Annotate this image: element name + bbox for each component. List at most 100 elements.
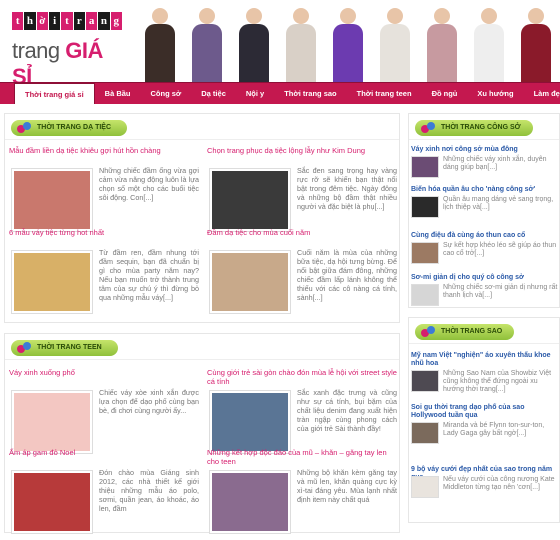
- section-title[interactable]: THỜI TRANG TEEN: [11, 340, 118, 356]
- heart-icon: [421, 122, 435, 134]
- sidebar-post-thumbnail[interactable]: [411, 370, 439, 392]
- sidebar-title[interactable]: THỜI TRANG SAO: [415, 324, 515, 340]
- logo-letter: t: [12, 12, 24, 30]
- post-title-link[interactable]: Ấm áp gam đỏ Noel: [9, 448, 199, 468]
- sidebar-post-thumbnail[interactable]: [411, 242, 439, 264]
- sidebar-post: Sơ-mi giản dị cho quý cô công sở Những ch…: [411, 274, 559, 306]
- sidebar-header: THỜI TRANG CÔNG SỞ: [409, 114, 559, 140]
- post-card: Mẫu đầm liền dạ tiệc khiêu gợi hút hồn c…: [9, 146, 199, 232]
- main-navigation: Thời trang giá sỉ Bà Bầu Công sở Dạ tiệc Nội…: [0, 82, 560, 104]
- sidebar-post: 9 bộ váy cưới đẹp nhất của sao trong năm…: [411, 466, 559, 498]
- heart-icon: [17, 122, 31, 134]
- banner-model-image: [419, 0, 466, 82]
- nav-item[interactable]: Làm đẹp: [524, 83, 560, 104]
- header-banner-image: [136, 0, 560, 82]
- nav-item[interactable]: Thời trang teen: [347, 83, 422, 104]
- post-excerpt: Những bộ khăn kèm găng tay và mũ len, kh…: [297, 468, 397, 504]
- post-thumbnail[interactable]: [11, 250, 93, 314]
- sidebar-post-excerpt: Nếu váy cưới của công nương Kate Middlet…: [443, 476, 555, 491]
- logo-letter: t: [61, 12, 73, 30]
- section-title-text: THỜI TRANG DẠ TIỆC: [37, 124, 112, 131]
- logo-letter: a: [85, 12, 98, 30]
- sidebar-post-excerpt: Những Sao Nam của Showbiz Việt cũng khôn…: [443, 370, 552, 393]
- post-excerpt: Cuối năm là mùa của những bữa tiệc, dạ h…: [297, 248, 397, 302]
- heart-icon: [17, 342, 31, 354]
- sidebar-post: Biến hóa quần âu cho 'nàng công sở' Quần …: [411, 186, 559, 218]
- logo-wordmark: thờitrang: [12, 12, 122, 30]
- post-card: Cùng giới trẻ sài gòn chào đón mùa lễ hộ…: [207, 368, 397, 454]
- banner-model-image: [466, 0, 513, 82]
- post-title-link[interactable]: Váy xinh xuống phố: [9, 368, 199, 388]
- post-thumbnail[interactable]: [209, 168, 291, 232]
- logo-letter: i: [48, 12, 61, 30]
- sidebar-title[interactable]: THỜI TRANG CÔNG SỞ: [415, 120, 533, 136]
- nav-item[interactable]: Nội y: [236, 83, 274, 104]
- sidebar-post-excerpt: Sự kết hợp khéo léo sẽ giúp áo thun cao …: [443, 242, 557, 257]
- sidebar-header: THỜI TRANG SAO: [409, 318, 559, 344]
- post-title-link[interactable]: Chọn trang phục dạ tiệc lộng lẫy như Kim…: [207, 146, 397, 166]
- site-header: thờitrang trang GIÁ SỈ: [0, 0, 560, 89]
- post-thumbnail[interactable]: [11, 470, 93, 534]
- sidebar-title-text: THỜI TRANG CÔNG SỞ: [441, 124, 521, 131]
- nav-item[interactable]: Đồ ngủ: [422, 83, 468, 104]
- section-title-text: THỜI TRANG TEEN: [37, 344, 102, 351]
- post-card: Đầm dạ tiệc cho mùa cuối năm Cuối năm là …: [207, 228, 397, 314]
- logo-letter: n: [98, 12, 110, 30]
- sidebar-post-title-link[interactable]: Biến hóa quần âu cho 'nàng công sở': [411, 186, 559, 194]
- sidebar-post-thumbnail[interactable]: [411, 476, 439, 498]
- post-thumbnail[interactable]: [209, 250, 291, 314]
- sidebar-post-thumbnail[interactable]: [411, 284, 439, 306]
- sidebar-post: Mỹ nam Việt "nghiện" áo xuyên thấu khoe …: [411, 352, 559, 393]
- section-header: THỜI TRANG TEEN: [5, 334, 399, 360]
- sidebar-post-thumbnail[interactable]: [411, 156, 439, 178]
- post-excerpt: Đón chào mùa Giáng sinh 2012, các nhà th…: [99, 468, 199, 513]
- sidebar-post-title-link[interactable]: Mỹ nam Việt "nghiện" áo xuyên thấu khoe …: [411, 352, 559, 368]
- section-header: THỜI TRANG DẠ TIỆC: [5, 114, 399, 140]
- post-thumbnail[interactable]: [209, 470, 291, 534]
- post-card: Những kết hợp độc đáo của mũ – khăn – gă…: [207, 448, 397, 534]
- banner-model-image: [183, 0, 230, 82]
- nav-item[interactable]: Thời trang sao: [274, 83, 346, 104]
- sidebar-post-thumbnail[interactable]: [411, 196, 439, 218]
- post-card: Ấm áp gam đỏ Noel Đón chào mùa Giáng sinh…: [9, 448, 199, 534]
- post-title-link[interactable]: Cùng giới trẻ sài gòn chào đón mùa lễ hộ…: [207, 368, 397, 388]
- nav-item[interactable]: Thời trang giá sỉ: [14, 83, 95, 104]
- post-title-link[interactable]: Mẫu đầm liền dạ tiệc khiêu gợi hút hồn c…: [9, 146, 199, 166]
- sidebar-post-excerpt: Miranda và bé Flynn ton-sur-ton, Lady Ga…: [443, 422, 545, 437]
- nav-item[interactable]: Xu hướng: [467, 83, 523, 104]
- sidebar-post: Váy xinh nơi công sở mùa đông Những chiếc…: [411, 146, 559, 178]
- nav-item[interactable]: Công sở: [141, 83, 192, 104]
- nav-item[interactable]: Dạ tiệc: [191, 83, 236, 104]
- logo-letter: h: [24, 12, 36, 30]
- post-card: 6 mẫu váy tiệc từng hot nhất Từ đầm ren, …: [9, 228, 199, 314]
- sidebar-post-title-link[interactable]: Cùng điệu đà cùng áo thun cao cổ: [411, 232, 559, 240]
- sidebar-office-fashion: THỜI TRANG CÔNG SỞ Váy xinh nơi công sở …: [408, 113, 560, 308]
- logo-plain-text: trang: [12, 38, 66, 63]
- sidebar: THỜI TRANG CÔNG SỞ Váy xinh nơi công sở …: [408, 113, 560, 523]
- site-logo[interactable]: thờitrang trang GIÁ SỈ: [12, 12, 122, 89]
- logo-letter: g: [110, 12, 122, 30]
- sidebar-title-text: THỜI TRANG SAO: [441, 328, 503, 335]
- sidebar-post-thumbnail[interactable]: [411, 422, 439, 444]
- heart-icon: [421, 326, 435, 338]
- post-thumbnail[interactable]: [11, 390, 93, 454]
- post-title-link[interactable]: 6 mẫu váy tiệc từng hot nhất: [9, 228, 199, 248]
- banner-model-image: [372, 0, 419, 82]
- nav-item[interactable]: Bà Bầu: [95, 83, 141, 104]
- main-content: THỜI TRANG DẠ TIỆC Mẫu đầm liền dạ tiệc …: [4, 113, 400, 534]
- sidebar-post-title-link[interactable]: Váy xinh nơi công sở mùa đông: [411, 146, 559, 154]
- post-thumbnail[interactable]: [209, 390, 291, 454]
- section-title[interactable]: THỜI TRANG DẠ TIỆC: [11, 120, 128, 136]
- sidebar-post-title-link[interactable]: Soi gu thời trang dạo phố của sao Hollyw…: [411, 404, 559, 420]
- post-title-link[interactable]: Những kết hợp độc đáo của mũ – khăn – gă…: [207, 448, 397, 468]
- sidebar-celebrity-fashion: THỜI TRANG SAO Mỹ nam Việt "nghiện" áo x…: [408, 317, 560, 523]
- sidebar-post-excerpt: Quần âu mang dáng vẻ sang trọng, lịch th…: [443, 196, 554, 211]
- logo-letter: ờ: [36, 12, 48, 30]
- post-title-link[interactable]: Đầm dạ tiệc cho mùa cuối năm: [207, 228, 397, 248]
- sidebar-post-title-link[interactable]: Sơ-mi giản dị cho quý cô công sở: [411, 274, 559, 282]
- logo-letter: r: [73, 12, 85, 30]
- section-teen-fashion: THỜI TRANG TEEN Váy xinh xuống phố Chiếc …: [4, 333, 400, 534]
- post-thumbnail[interactable]: [11, 168, 93, 232]
- banner-model-image: [324, 0, 371, 82]
- sidebar-post-excerpt: Những chiếc sơ-mi giản dị nhưng rất than…: [443, 284, 558, 299]
